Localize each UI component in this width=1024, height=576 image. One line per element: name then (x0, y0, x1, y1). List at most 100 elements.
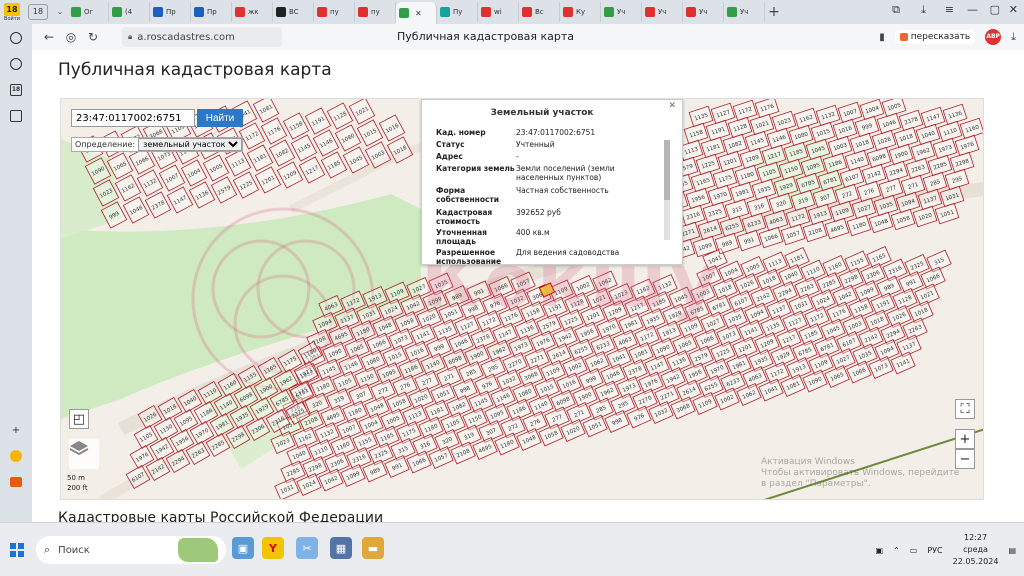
notifications-icon[interactable]: ▤ (1008, 546, 1016, 555)
history-clock-icon[interactable] (8, 30, 24, 46)
parcel: 1031 (274, 477, 300, 499)
browser-tab[interactable]: пу (355, 2, 396, 22)
tab-title: пу (330, 8, 339, 16)
play-icon[interactable] (8, 56, 24, 72)
browser-tab[interactable]: жк (232, 2, 273, 22)
area-select-icon[interactable]: ◰ (69, 409, 89, 429)
popup-value: 392652 руб (516, 208, 561, 217)
parcel: 1180 (846, 214, 872, 237)
browser-tab[interactable]: Вс (519, 2, 560, 22)
clock[interactable]: 12:27 среда 22.05.2024 (953, 532, 999, 568)
browser-tab[interactable]: ✕ (396, 2, 437, 24)
downloads-icon[interactable]: ⤓ (921, 3, 926, 17)
popup-close-icon[interactable]: ✕ (668, 101, 676, 111)
parcel: 1016 (378, 114, 406, 142)
popup-key: Кад. номер (436, 128, 486, 137)
address-bar: ← ◎ ↻ 🔒︎ a.roscadastres.com Публичная ка… (32, 24, 1024, 50)
tab-title: Уч (617, 8, 626, 16)
browser-tab[interactable]: Уч (683, 2, 724, 22)
show-hidden-icon[interactable]: ⌃ (893, 546, 900, 555)
age-18-icon[interactable]: 18 (8, 82, 24, 98)
page-heading: Публичная кадастровая карта (58, 60, 332, 80)
popup-row: Форма собственности Частная собственность (436, 186, 660, 204)
maximize-icon[interactable]: ▢ (990, 3, 1000, 16)
popup-scroll-thumb[interactable] (664, 140, 670, 200)
back-arrow-icon[interactable]: ← (38, 30, 60, 44)
yandex-browser-icon[interactable]: Y (262, 537, 284, 559)
definition-select[interactable]: земельный участок (138, 138, 243, 151)
browser-tab[interactable]: Уч (642, 2, 683, 22)
layers-icon[interactable] (69, 439, 99, 469)
cadastral-map[interactable]: 4063 1172 1913 1109 1027 1035 1094 1137 1031 1024… (60, 98, 984, 500)
popup-scrollbar[interactable] (664, 140, 670, 240)
battery-icon[interactable]: ▭ (910, 546, 918, 555)
url-field[interactable]: 🔒︎ a.roscadastres.com (122, 27, 282, 47)
layers-glyph (69, 441, 89, 456)
zoom-in-button[interactable]: + (955, 429, 975, 449)
popup-key: Форма собственности (436, 186, 500, 204)
find-button[interactable]: Найти (197, 109, 243, 127)
close-window-icon[interactable]: ✕ (1009, 3, 1018, 16)
protect-icon[interactable]: ◎ (60, 30, 82, 44)
adblock-icon[interactable]: ABP (985, 29, 1002, 45)
tab-list-chevron-icon[interactable]: ⌄ (52, 4, 68, 20)
browser-tab[interactable]: Уч (724, 2, 765, 22)
parcel: 1225 (232, 171, 260, 199)
popup-value: Земли поселений (земли населенных пункто… (516, 164, 615, 182)
tray-app-icon[interactable]: ▣ (876, 546, 884, 555)
popup-key: Статус (436, 140, 465, 149)
reload-icon[interactable]: ↻ (82, 30, 104, 44)
tab-title: жк (248, 8, 259, 16)
file-explorer-icon[interactable]: ▬ (362, 537, 384, 559)
snipping-tool-icon[interactable]: ✂ (296, 537, 318, 559)
parcel: 1004 (180, 159, 208, 187)
add-panel-icon[interactable]: + (8, 422, 24, 438)
tab-restore-icon[interactable]: ⧉ (892, 3, 900, 17)
taskbar-app-icon[interactable]: ▣ (232, 537, 254, 559)
parcel: 1191 (304, 107, 332, 135)
language-indicator[interactable]: РУС (927, 546, 942, 555)
tab-favicon-icon (727, 7, 737, 17)
scale-metric: 50 m (67, 474, 85, 482)
browser-tab[interactable]: wi (478, 2, 519, 22)
close-tab-icon[interactable]: ✕ (415, 9, 422, 18)
browser-tab[interactable]: Пу (437, 2, 478, 22)
yellow-app-icon[interactable] (8, 448, 24, 464)
tab-count-button[interactable]: 18 (28, 4, 48, 20)
retell-button[interactable]: пересказать (894, 30, 976, 44)
browser-tab[interactable]: Ог (68, 2, 109, 22)
browser-tab[interactable]: Ку (560, 2, 601, 22)
browser-tab[interactable]: Пр (191, 2, 232, 22)
address-bar-actions: ▮ пересказать ABP ⤓ (879, 27, 1024, 47)
browser-tab[interactable]: Уч (601, 2, 642, 22)
bookmark-icon[interactable]: ▮ (879, 32, 885, 43)
browser-tab[interactable]: ВС (273, 2, 314, 22)
new-tab-button[interactable]: + (765, 4, 783, 20)
parcel: 1005 (202, 154, 230, 182)
browser-tab[interactable]: Пр (150, 2, 191, 22)
tab-favicon-icon (399, 8, 409, 18)
parcel: 991 (736, 229, 762, 252)
tab-favicon-icon (481, 7, 491, 17)
activation-line-1: Активация Windows (761, 457, 855, 467)
yandex-account-badge[interactable]: 18 Войти (0, 0, 24, 24)
tab-title: wi (494, 8, 502, 16)
minimize-icon[interactable]: — (967, 3, 978, 16)
parcel: 1132 (136, 169, 164, 197)
mail-icon[interactable] (8, 474, 24, 490)
windows-start-icon[interactable] (10, 543, 24, 557)
download-arrow-icon[interactable]: ⤓ (1011, 30, 1016, 44)
url-text: a.roscadastres.com (137, 31, 235, 43)
popup-key: Разрешенное использование (436, 248, 502, 266)
parcel: 1158 (282, 112, 310, 140)
fullscreen-icon[interactable]: ⛶ (955, 399, 975, 419)
taskbar-search[interactable]: ⌕ Поиск (36, 536, 226, 564)
screen-icon[interactable] (8, 108, 24, 124)
menu-icon[interactable]: ≡ (945, 3, 954, 16)
popup-row: Разрешенное использование Для ведения сад… (436, 248, 660, 266)
calculator-icon[interactable]: ▦ (330, 537, 352, 559)
clock-day: среда (963, 545, 988, 554)
browser-tab[interactable]: пу (314, 2, 355, 22)
browser-tab[interactable]: (4 (109, 2, 150, 22)
cadastral-number-input[interactable] (71, 109, 195, 127)
